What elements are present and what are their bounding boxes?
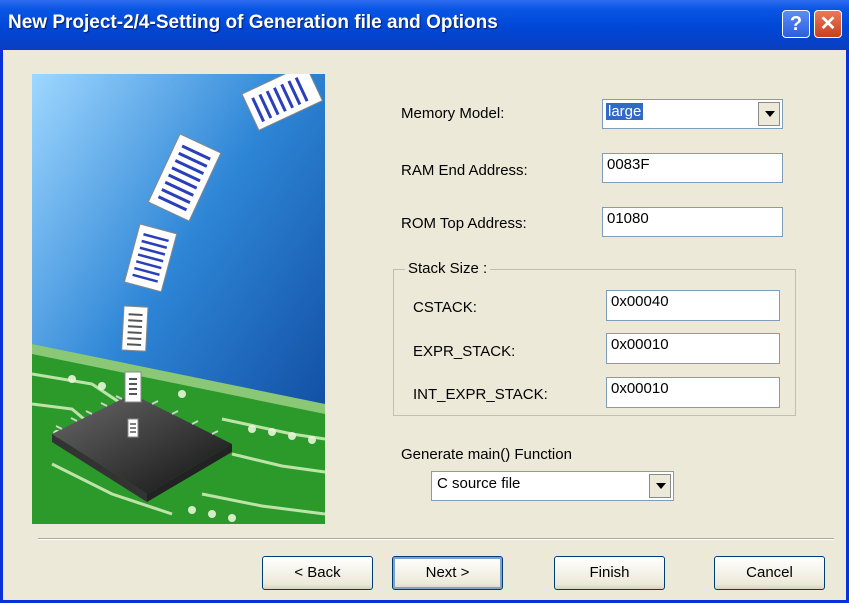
button-separator <box>38 538 834 540</box>
ram-end-address-label: RAM End Address: <box>401 162 528 179</box>
chevron-down-icon[interactable] <box>758 102 780 126</box>
generate-main-label: Generate main() Function <box>401 446 572 463</box>
window-title: New Project-2/4-Setting of Generation fi… <box>8 12 498 33</box>
expr-stack-label: EXPR_STACK: <box>413 343 516 360</box>
next-button[interactable]: Next > <box>392 556 503 590</box>
rom-top-address-input[interactable]: 01080 <box>602 207 783 237</box>
cstack-input[interactable]: 0x00040 <box>606 290 780 321</box>
memory-model-select[interactable]: large <box>602 99 783 129</box>
cancel-button[interactable]: Cancel <box>714 556 825 590</box>
wizard-illustration <box>32 74 325 524</box>
generate-main-select[interactable]: C source file <box>431 471 674 501</box>
help-button[interactable]: ? <box>782 10 810 38</box>
int-expr-stack-input[interactable]: 0x00010 <box>606 377 780 408</box>
int-expr-stack-label: INT_EXPR_STACK: <box>413 386 548 403</box>
finish-button[interactable]: Finish <box>554 556 665 590</box>
close-button[interactable]: ✕ <box>814 10 842 38</box>
dialog-window: New Project-2/4-Setting of Generation fi… <box>0 0 849 603</box>
memory-model-value: large <box>606 103 644 120</box>
ram-end-address-input[interactable]: 0083F <box>602 153 783 183</box>
memory-model-label: Memory Model: <box>401 105 505 122</box>
title-bar[interactable]: New Project-2/4-Setting of Generation fi… <box>0 0 849 50</box>
expr-stack-input[interactable]: 0x00010 <box>606 333 780 364</box>
chevron-down-icon[interactable] <box>649 474 671 498</box>
generate-main-value: C source file <box>437 475 521 492</box>
back-button[interactable]: < Back <box>262 556 373 590</box>
rom-top-address-label: ROM Top Address: <box>401 215 527 232</box>
cstack-label: CSTACK: <box>413 299 477 316</box>
stack-size-group-title: Stack Size : <box>405 260 491 277</box>
